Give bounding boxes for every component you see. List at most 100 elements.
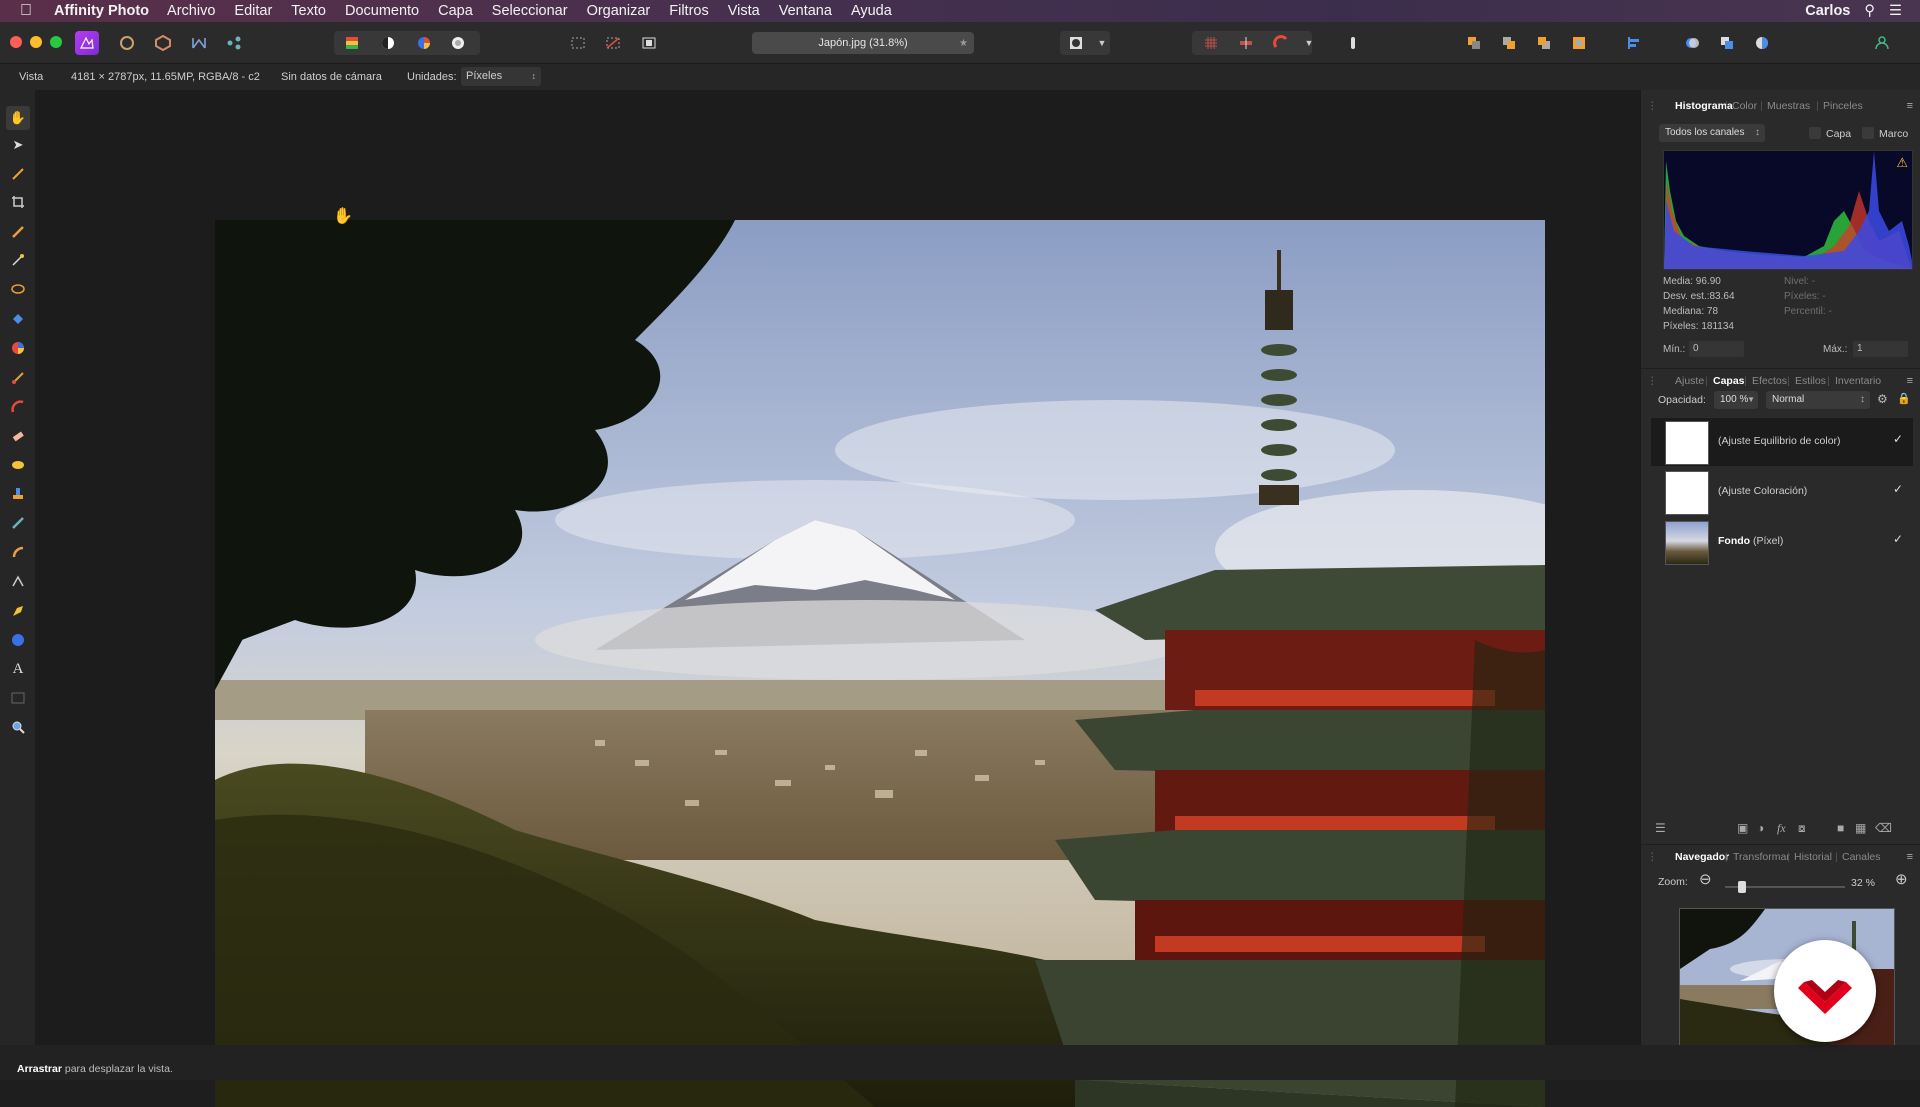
layer-visibility-check-icon[interactable]: ✓ (1893, 432, 1903, 446)
auto-levels-icon[interactable] (340, 31, 364, 55)
deselect-icon[interactable] (601, 31, 625, 55)
menu-vista[interactable]: Vista (728, 3, 760, 19)
live-filter-icon[interactable]: ⧇ (1798, 821, 1806, 836)
spotlight-search-icon[interactable]: ⚲ (1864, 3, 1875, 19)
quick-mask-dropdown-icon[interactable]: ▼ (1090, 31, 1114, 55)
tab-historial[interactable]: Historial (1794, 851, 1832, 863)
menu-seleccionar[interactable]: Seleccionar (492, 3, 568, 19)
control-center-icon[interactable]: ☰ (1889, 3, 1902, 19)
layers-stack-icon[interactable]: ☰ (1655, 821, 1666, 835)
zoom-out-icon[interactable]: ⊖ (1699, 870, 1712, 888)
paint-brush-tool-icon[interactable] (6, 366, 30, 390)
layer-row[interactable]: Fondo (Píxel) ✓ (1651, 518, 1913, 566)
window-zoom-button[interactable] (50, 36, 62, 48)
panel-menu-icon[interactable]: ≡ (1907, 851, 1913, 863)
selection-marquee-icon[interactable] (566, 31, 590, 55)
menu-documento[interactable]: Documento (345, 3, 419, 19)
move-to-back-icon[interactable] (1462, 31, 1486, 55)
menu-filtros[interactable]: Filtros (669, 3, 708, 19)
crop-tool-icon[interactable] (6, 190, 30, 214)
zoom-value[interactable]: 32 % (1851, 877, 1875, 889)
menu-app-name[interactable]: Affinity Photo (54, 3, 149, 19)
layer-row[interactable]: (Ajuste Coloración) ✓ (1651, 468, 1913, 516)
folder-icon[interactable]: ■ (1837, 821, 1844, 835)
opacity-field[interactable]: 100 % ▼ (1714, 391, 1758, 409)
zoom-slider[interactable] (1725, 881, 1845, 893)
tab-canales[interactable]: Canales (1842, 851, 1881, 863)
mesh-warp-tool-icon[interactable] (6, 569, 30, 593)
mask-layer-icon[interactable]: ▣ (1737, 821, 1748, 835)
window-close-button[interactable] (10, 36, 22, 48)
tab-estilos[interactable]: Estilos (1795, 375, 1826, 387)
canvas-area[interactable]: ✋ (37, 90, 1640, 1107)
tone-mapping-persona-icon[interactable] (187, 31, 211, 55)
healing-brush-tool-icon[interactable] (6, 511, 30, 535)
account-icon[interactable] (1870, 31, 1894, 55)
shape-tool-icon[interactable] (6, 628, 30, 652)
lock-icon[interactable]: 🔒 (1897, 392, 1911, 405)
tab-inventario[interactable]: Inventario (1835, 375, 1881, 387)
liquify-persona-icon[interactable] (115, 31, 139, 55)
color-picker-tool-icon[interactable] (6, 162, 30, 186)
menu-ventana[interactable]: Ventana (779, 3, 832, 19)
assistant-icon[interactable] (1341, 31, 1365, 55)
table-tool-icon[interactable] (6, 686, 30, 710)
boolean-subtract-icon[interactable] (1715, 31, 1739, 55)
snapping-dropdown-icon[interactable]: ▼ (1297, 31, 1321, 55)
grid-icon[interactable] (1199, 31, 1223, 55)
document-image[interactable] (215, 220, 1545, 1107)
clone-brush-tool-icon[interactable] (6, 482, 30, 506)
tab-transformar[interactable]: Transformar (1733, 851, 1790, 863)
user-name[interactable]: Carlos (1805, 3, 1850, 19)
auto-white-balance-icon[interactable] (446, 31, 470, 55)
gear-icon[interactable]: ⚙ (1877, 392, 1888, 406)
move-tool-icon[interactable]: ➤ (6, 133, 30, 157)
apple-icon[interactable]:  (20, 2, 40, 20)
tab-ajuste[interactable]: Ajuste (1675, 375, 1704, 387)
dodge-tool-icon[interactable] (6, 453, 30, 477)
channels-select[interactable]: Todos los canales ↕ (1659, 124, 1765, 142)
gradient-tool-icon[interactable] (6, 336, 30, 360)
layer-visibility-check-icon[interactable]: ✓ (1893, 482, 1903, 496)
adjustment-icon[interactable]: ◑ (1757, 821, 1764, 835)
zoom-in-icon[interactable]: ⊕ (1895, 870, 1908, 888)
boolean-intersect-icon[interactable] (1750, 31, 1774, 55)
layer-row[interactable]: (Ajuste Equilibrio de color) ✓ (1651, 418, 1913, 466)
text-tool-icon[interactable]: A (6, 657, 30, 681)
panel-menu-icon[interactable]: ≡ (1907, 375, 1913, 387)
menu-capa[interactable]: Capa (438, 3, 473, 19)
develop-persona-icon[interactable] (151, 31, 175, 55)
color-replacement-tool-icon[interactable] (6, 395, 30, 419)
photo-persona-icon[interactable] (75, 31, 99, 55)
menu-editar[interactable]: Editar (234, 3, 272, 19)
units-select[interactable]: Píxeles ↕ (461, 67, 541, 86)
tab-muestras[interactable]: Muestras (1767, 100, 1810, 112)
flood-select-tool-icon[interactable] (6, 248, 30, 272)
smudge-tool-icon[interactable] (6, 540, 30, 564)
flood-fill-tool-icon[interactable] (6, 307, 30, 331)
menu-ayuda[interactable]: Ayuda (851, 3, 892, 19)
auto-contrast-icon[interactable] (376, 31, 400, 55)
invert-selection-icon[interactable] (637, 31, 661, 55)
min-field[interactable]: 0 (1689, 341, 1744, 357)
panel-menu-icon[interactable]: ≡ (1907, 100, 1913, 112)
marco-checkbox[interactable] (1862, 127, 1874, 139)
move-back-one-icon[interactable] (1497, 31, 1521, 55)
tab-navegador[interactable]: Navegador (1675, 851, 1729, 863)
menu-organizar[interactable]: Organizar (587, 3, 651, 19)
align-icon[interactable] (1622, 31, 1646, 55)
add-pixel-layer-icon[interactable]: ▦ (1855, 821, 1866, 835)
pen-tool-icon[interactable] (6, 599, 30, 623)
auto-colors-icon[interactable] (412, 31, 436, 55)
tab-capas[interactable]: Capas (1713, 375, 1745, 387)
snapping-magnet-icon[interactable] (1269, 31, 1293, 55)
tab-pinceles[interactable]: Pinceles (1823, 100, 1863, 112)
menu-archivo[interactable]: Archivo (167, 3, 215, 19)
tab-efectos[interactable]: Efectos (1752, 375, 1787, 387)
erase-brush-tool-icon[interactable] (6, 424, 30, 448)
capa-checkbox[interactable] (1809, 127, 1821, 139)
move-to-front-icon[interactable] (1567, 31, 1591, 55)
fx-icon[interactable]: fx (1777, 821, 1786, 836)
export-persona-icon[interactable] (222, 31, 246, 55)
selection-brush-tool-icon[interactable] (6, 220, 30, 244)
